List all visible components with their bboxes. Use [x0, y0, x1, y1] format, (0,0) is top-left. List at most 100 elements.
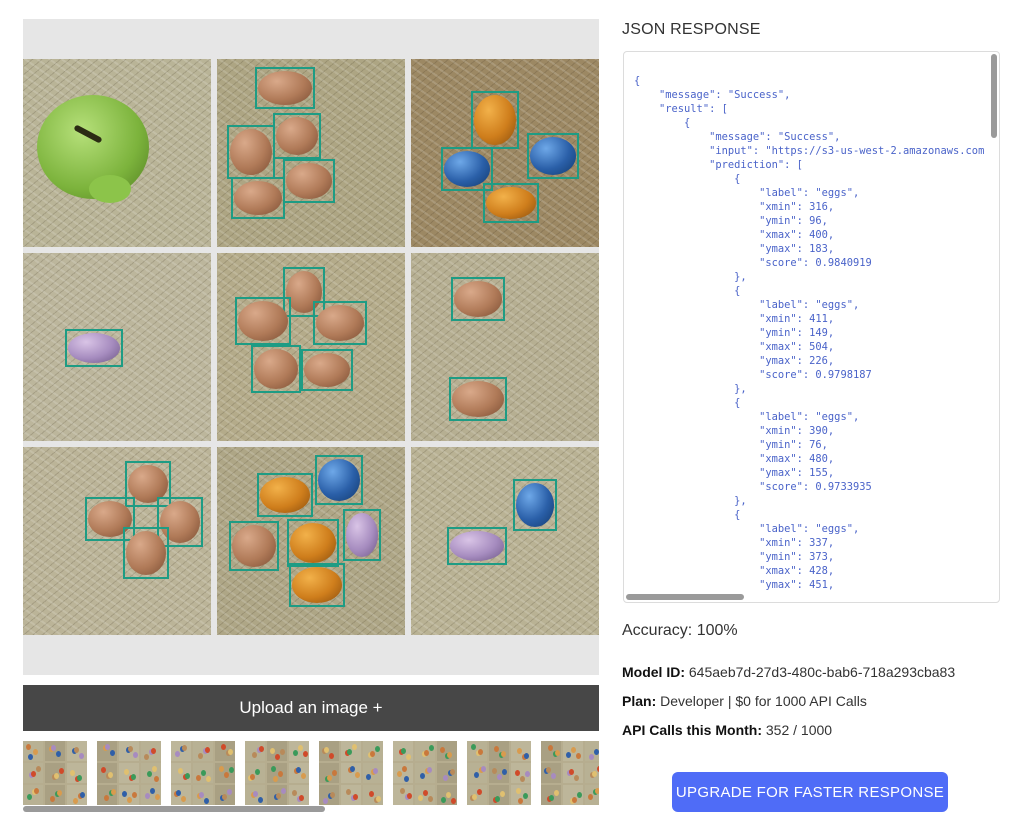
thumbnail-egg	[501, 751, 506, 757]
json-response-box[interactable]: { "message": "Success", "result": [ { "m…	[623, 51, 1000, 603]
upload-image-button[interactable]: Upload an image +	[23, 685, 599, 731]
detection-box	[315, 455, 363, 505]
thumbnail-egg	[104, 795, 109, 801]
detection-box	[231, 177, 285, 219]
thumbnail-egg	[74, 747, 79, 753]
thumbnail-egg	[549, 795, 554, 801]
sample-image-thumbnail[interactable]	[97, 741, 161, 805]
thumbnail-cell	[289, 763, 309, 783]
thumbnail-egg	[478, 749, 483, 755]
thumbnail-egg	[347, 749, 352, 755]
thumbnail-egg	[594, 749, 599, 755]
thumbnail-egg	[299, 795, 304, 801]
thumbnail-egg	[147, 771, 152, 777]
thumbnail-egg	[350, 766, 355, 772]
thumbnail-egg	[574, 775, 579, 781]
thumbnail-egg	[131, 774, 136, 780]
detection-box	[301, 349, 353, 391]
thumbnail-egg	[278, 771, 283, 777]
thumbnail-egg	[373, 768, 378, 774]
thumbnail-egg	[181, 796, 186, 802]
json-horizontal-scrollbar[interactable]	[626, 594, 744, 600]
thumbnail-egg	[495, 796, 500, 802]
thumbnail-egg	[255, 769, 260, 775]
thumbnail-cell	[45, 741, 65, 761]
sample-image-thumbnail[interactable]	[171, 741, 235, 805]
plan-label: Plan:	[622, 693, 657, 709]
thumbnail-egg	[428, 796, 433, 802]
detection-box	[451, 277, 505, 321]
thumbnail-egg	[133, 752, 138, 758]
api-calls-row: API Calls this Month: 352 / 1000	[622, 722, 832, 738]
thumbnail-egg	[592, 771, 597, 777]
thumbnail-egg	[515, 770, 520, 776]
thumbnail-egg	[229, 767, 234, 773]
thumbnail-egg	[145, 793, 150, 799]
thumbnail-egg	[500, 791, 505, 797]
thumbnail-egg	[219, 766, 224, 772]
sample-image-thumbnail[interactable]	[23, 741, 87, 805]
model-id-row: Model ID: 645aeb7d-27d3-480c-bab6-718a29…	[622, 664, 955, 680]
thumbnail-scrollbar-thumb[interactable]	[23, 806, 325, 812]
result-image-panel	[23, 19, 599, 675]
thumbnail-egg	[502, 769, 507, 775]
thumbnail-egg	[492, 768, 497, 774]
thumbnail-egg	[185, 773, 190, 779]
sample-image-thumbnail[interactable]	[541, 741, 599, 805]
thumbnail-egg	[420, 773, 425, 779]
thumbnail-egg	[497, 774, 502, 780]
thumbnail-scrollbar[interactable]	[23, 805, 599, 813]
detection-box	[123, 527, 169, 579]
thumbnail-egg	[588, 794, 593, 800]
sample-image-thumbnail[interactable]	[467, 741, 531, 805]
thumbnail-egg	[176, 790, 181, 796]
thumbnail-egg	[546, 767, 551, 773]
image-tile	[411, 447, 599, 635]
detection-box	[227, 125, 275, 179]
thumbnail-egg	[451, 798, 456, 804]
thumbnail-egg	[404, 776, 409, 782]
thumbnail-egg	[400, 788, 405, 794]
json-vertical-scrollbar[interactable]	[991, 54, 997, 138]
thumbnail-egg	[281, 788, 286, 794]
egg-detection-image	[23, 59, 599, 635]
thumbnail-egg	[440, 747, 445, 753]
thumbnail-egg	[441, 797, 446, 803]
detection-box	[527, 133, 579, 179]
api-calls-label: API Calls this Month:	[622, 722, 762, 738]
thumbnail-egg	[198, 753, 203, 759]
thumbnail-egg	[73, 798, 78, 804]
sample-image-thumbnail[interactable]	[393, 741, 457, 805]
thumbnail-egg	[124, 769, 129, 775]
detection-box	[251, 345, 301, 393]
detection-box	[343, 509, 381, 561]
thumbnail-egg	[525, 771, 530, 777]
thumbnail-egg	[175, 751, 180, 757]
thumbnail-egg	[228, 749, 233, 755]
thumbnail-egg	[273, 776, 278, 782]
thumbnail-egg	[555, 750, 560, 756]
detection-box	[257, 473, 313, 517]
thumbnail-egg	[36, 766, 41, 772]
thumbnail-egg	[375, 746, 380, 752]
detection-box	[255, 67, 315, 109]
thumbnail-egg	[477, 789, 482, 795]
thumbnail-egg	[101, 767, 106, 773]
thumbnail-egg	[572, 797, 577, 803]
thumbnail-egg	[516, 788, 521, 794]
sample-image-thumbnail[interactable]	[319, 741, 383, 805]
thumbnail-egg	[418, 795, 423, 801]
thumbnail-egg	[127, 797, 132, 803]
plan-value: Developer | $0 for 1000 API Calls	[660, 693, 867, 709]
image-tile	[411, 59, 599, 247]
thumbnail-cell	[489, 741, 509, 761]
detection-box	[287, 519, 339, 567]
thumbnail-egg	[28, 754, 33, 760]
sample-image-thumbnail[interactable]	[245, 741, 309, 805]
thumbnail-egg	[402, 766, 407, 772]
thumbnail-egg	[224, 772, 229, 778]
upgrade-button[interactable]: UPGRADE FOR FASTER RESPONSE	[672, 772, 948, 812]
thumbnail-egg	[517, 748, 522, 754]
image-section: Upload an image +	[23, 19, 599, 812]
thumbnail-egg	[79, 753, 84, 759]
